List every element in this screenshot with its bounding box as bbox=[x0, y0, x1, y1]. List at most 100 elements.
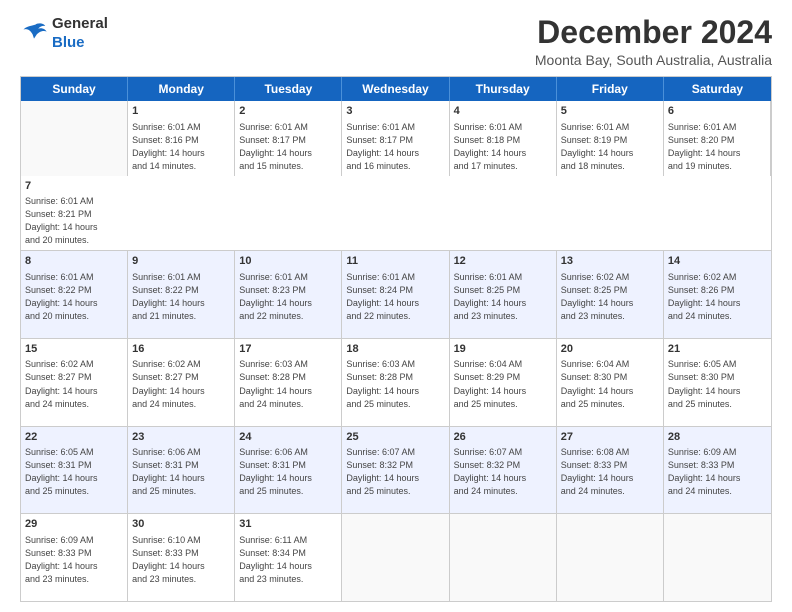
day-info: Sunrise: 6:01 AMSunset: 8:20 PMDaylight:… bbox=[668, 121, 766, 173]
header: General Blue December 2024 Moonta Bay, S… bbox=[20, 15, 772, 68]
day-info: Sunrise: 6:01 AMSunset: 8:21 PMDaylight:… bbox=[25, 195, 124, 247]
day-info: Sunrise: 6:06 AMSunset: 8:31 PMDaylight:… bbox=[132, 446, 230, 498]
day-number: 21 bbox=[668, 342, 767, 357]
day-13: 13 Sunrise: 6:02 AMSunset: 8:25 PMDaylig… bbox=[557, 251, 664, 338]
logo-general: General bbox=[52, 15, 108, 32]
day-26: 26 Sunrise: 6:07 AMSunset: 8:32 PMDaylig… bbox=[450, 427, 557, 514]
day-empty-3 bbox=[450, 514, 557, 601]
header-tuesday: Tuesday bbox=[235, 77, 342, 101]
day-27: 27 Sunrise: 6:08 AMSunset: 8:33 PMDaylig… bbox=[557, 427, 664, 514]
day-number: 4 bbox=[454, 104, 552, 119]
header-sunday: Sunday bbox=[21, 77, 128, 101]
day-number: 22 bbox=[25, 430, 123, 445]
calendar-body: 1 Sunrise: 6:01 AMSunset: 8:16 PMDayligh… bbox=[21, 101, 771, 601]
day-number: 9 bbox=[132, 254, 230, 269]
page: General Blue December 2024 Moonta Bay, S… bbox=[0, 0, 792, 612]
day-info: Sunrise: 6:05 AMSunset: 8:31 PMDaylight:… bbox=[25, 446, 123, 498]
logo-text-block: General Blue bbox=[52, 15, 108, 51]
day-info: Sunrise: 6:06 AMSunset: 8:31 PMDaylight:… bbox=[239, 446, 337, 498]
day-17: 17 Sunrise: 6:03 AMSunset: 8:28 PMDaylig… bbox=[235, 339, 342, 426]
day-14: 14 Sunrise: 6:02 AMSunset: 8:26 PMDaylig… bbox=[664, 251, 771, 338]
day-number: 15 bbox=[25, 342, 123, 357]
day-23: 23 Sunrise: 6:06 AMSunset: 8:31 PMDaylig… bbox=[128, 427, 235, 514]
header-monday: Monday bbox=[128, 77, 235, 101]
title-block: December 2024 Moonta Bay, South Australi… bbox=[535, 15, 772, 68]
day-12: 12 Sunrise: 6:01 AMSunset: 8:25 PMDaylig… bbox=[450, 251, 557, 338]
calendar-header: Sunday Monday Tuesday Wednesday Thursday… bbox=[21, 77, 771, 101]
logo: General Blue bbox=[20, 15, 108, 51]
day-info: Sunrise: 6:01 AMSunset: 8:24 PMDaylight:… bbox=[346, 271, 444, 323]
day-info: Sunrise: 6:11 AMSunset: 8:34 PMDaylight:… bbox=[239, 534, 337, 586]
day-info: Sunrise: 6:01 AMSunset: 8:18 PMDaylight:… bbox=[454, 121, 552, 173]
day-info: Sunrise: 6:09 AMSunset: 8:33 PMDaylight:… bbox=[25, 534, 123, 586]
day-2: 2 Sunrise: 6:01 AMSunset: 8:17 PMDayligh… bbox=[235, 101, 342, 176]
header-wednesday: Wednesday bbox=[342, 77, 449, 101]
day-5: 5 Sunrise: 6:01 AMSunset: 8:19 PMDayligh… bbox=[557, 101, 664, 176]
day-9: 9 Sunrise: 6:01 AMSunset: 8:22 PMDayligh… bbox=[128, 251, 235, 338]
day-22: 22 Sunrise: 6:05 AMSunset: 8:31 PMDaylig… bbox=[21, 427, 128, 514]
day-info: Sunrise: 6:04 AMSunset: 8:29 PMDaylight:… bbox=[454, 358, 552, 410]
day-info: Sunrise: 6:07 AMSunset: 8:32 PMDaylight:… bbox=[454, 446, 552, 498]
subtitle: Moonta Bay, South Australia, Australia bbox=[535, 52, 772, 68]
day-number: 18 bbox=[346, 342, 444, 357]
day-20: 20 Sunrise: 6:04 AMSunset: 8:30 PMDaylig… bbox=[557, 339, 664, 426]
day-15: 15 Sunrise: 6:02 AMSunset: 8:27 PMDaylig… bbox=[21, 339, 128, 426]
day-info: Sunrise: 6:02 AMSunset: 8:25 PMDaylight:… bbox=[561, 271, 659, 323]
day-number: 20 bbox=[561, 342, 659, 357]
day-info: Sunrise: 6:01 AMSunset: 8:17 PMDaylight:… bbox=[239, 121, 337, 173]
day-4: 4 Sunrise: 6:01 AMSunset: 8:18 PMDayligh… bbox=[450, 101, 557, 176]
week-5: 29 Sunrise: 6:09 AMSunset: 8:33 PMDaylig… bbox=[21, 513, 771, 601]
day-number: 8 bbox=[25, 254, 123, 269]
day-number: 28 bbox=[668, 430, 767, 445]
day-number: 12 bbox=[454, 254, 552, 269]
day-number: 29 bbox=[25, 517, 123, 532]
day-number: 30 bbox=[132, 517, 230, 532]
day-number: 6 bbox=[668, 104, 766, 119]
day-number: 3 bbox=[346, 104, 444, 119]
logo-icon bbox=[20, 19, 48, 47]
day-number: 13 bbox=[561, 254, 659, 269]
day-number: 11 bbox=[346, 254, 444, 269]
day-29: 29 Sunrise: 6:09 AMSunset: 8:33 PMDaylig… bbox=[21, 514, 128, 601]
day-number: 7 bbox=[25, 179, 124, 194]
day-number: 2 bbox=[239, 104, 337, 119]
day-number: 23 bbox=[132, 430, 230, 445]
day-empty-5 bbox=[664, 514, 771, 601]
day-empty-4 bbox=[557, 514, 664, 601]
day-21: 21 Sunrise: 6:05 AMSunset: 8:30 PMDaylig… bbox=[664, 339, 771, 426]
day-16: 16 Sunrise: 6:02 AMSunset: 8:27 PMDaylig… bbox=[128, 339, 235, 426]
day-31: 31 Sunrise: 6:11 AMSunset: 8:34 PMDaylig… bbox=[235, 514, 342, 601]
week-1: 1 Sunrise: 6:01 AMSunset: 8:16 PMDayligh… bbox=[21, 101, 771, 250]
calendar: Sunday Monday Tuesday Wednesday Thursday… bbox=[20, 76, 772, 602]
day-number: 16 bbox=[132, 342, 230, 357]
day-number: 14 bbox=[668, 254, 767, 269]
day-number: 27 bbox=[561, 430, 659, 445]
day-25: 25 Sunrise: 6:07 AMSunset: 8:32 PMDaylig… bbox=[342, 427, 449, 514]
day-1: 1 Sunrise: 6:01 AMSunset: 8:16 PMDayligh… bbox=[128, 101, 235, 176]
day-info: Sunrise: 6:02 AMSunset: 8:27 PMDaylight:… bbox=[132, 358, 230, 410]
day-10: 10 Sunrise: 6:01 AMSunset: 8:23 PMDaylig… bbox=[235, 251, 342, 338]
day-empty-1 bbox=[21, 101, 128, 176]
day-info: Sunrise: 6:01 AMSunset: 8:25 PMDaylight:… bbox=[454, 271, 552, 323]
day-18: 18 Sunrise: 6:03 AMSunset: 8:28 PMDaylig… bbox=[342, 339, 449, 426]
day-empty-2 bbox=[342, 514, 449, 601]
day-info: Sunrise: 6:09 AMSunset: 8:33 PMDaylight:… bbox=[668, 446, 767, 498]
day-info: Sunrise: 6:01 AMSunset: 8:16 PMDaylight:… bbox=[132, 121, 230, 173]
header-friday: Friday bbox=[557, 77, 664, 101]
day-3: 3 Sunrise: 6:01 AMSunset: 8:17 PMDayligh… bbox=[342, 101, 449, 176]
day-28: 28 Sunrise: 6:09 AMSunset: 8:33 PMDaylig… bbox=[664, 427, 771, 514]
day-info: Sunrise: 6:03 AMSunset: 8:28 PMDaylight:… bbox=[346, 358, 444, 410]
week-3: 15 Sunrise: 6:02 AMSunset: 8:27 PMDaylig… bbox=[21, 338, 771, 426]
logo-blue: Blue bbox=[52, 34, 108, 51]
day-30: 30 Sunrise: 6:10 AMSunset: 8:33 PMDaylig… bbox=[128, 514, 235, 601]
day-7: 7 Sunrise: 6:01 AMSunset: 8:21 PMDayligh… bbox=[21, 176, 128, 251]
header-saturday: Saturday bbox=[664, 77, 771, 101]
week-2: 8 Sunrise: 6:01 AMSunset: 8:22 PMDayligh… bbox=[21, 250, 771, 338]
day-info: Sunrise: 6:01 AMSunset: 8:23 PMDaylight:… bbox=[239, 271, 337, 323]
day-info: Sunrise: 6:07 AMSunset: 8:32 PMDaylight:… bbox=[346, 446, 444, 498]
main-title: December 2024 bbox=[535, 15, 772, 50]
day-number: 24 bbox=[239, 430, 337, 445]
day-info: Sunrise: 6:08 AMSunset: 8:33 PMDaylight:… bbox=[561, 446, 659, 498]
day-number: 25 bbox=[346, 430, 444, 445]
day-info: Sunrise: 6:03 AMSunset: 8:28 PMDaylight:… bbox=[239, 358, 337, 410]
